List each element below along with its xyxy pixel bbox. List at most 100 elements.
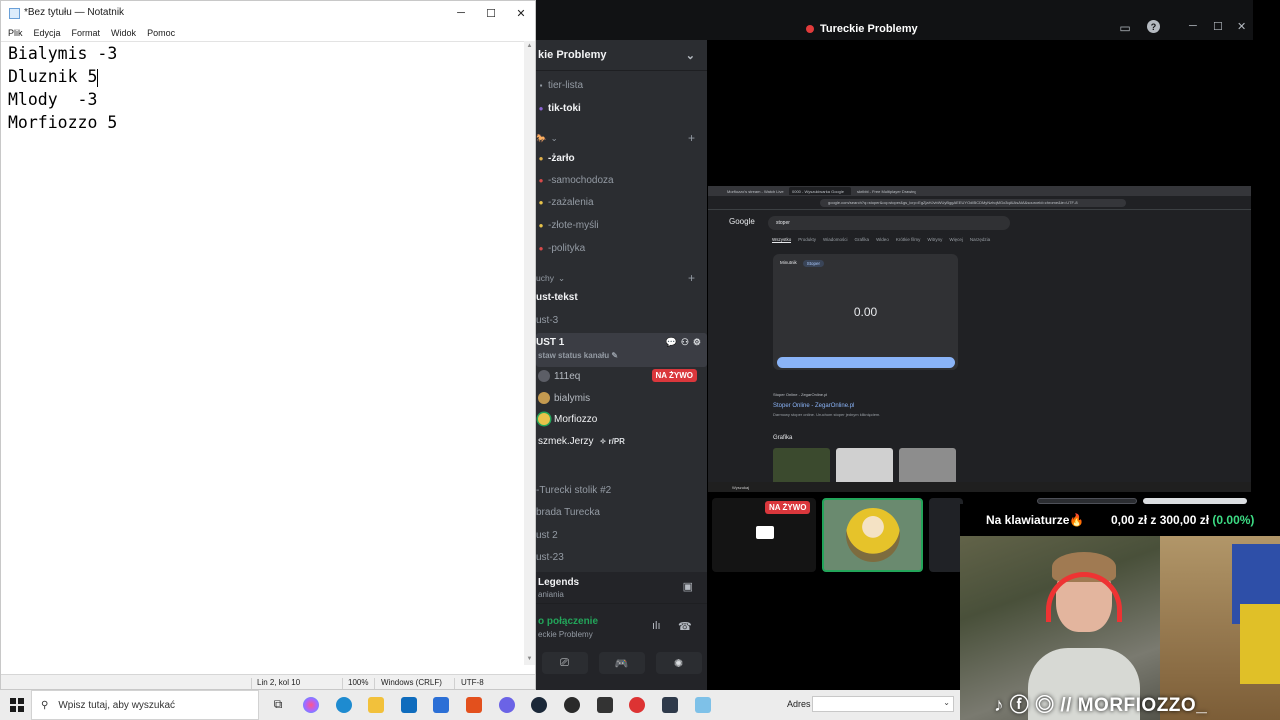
start-button[interactable]: [777, 357, 955, 368]
windows-start-icon[interactable]: [10, 698, 24, 712]
notepad-taskbar-icon[interactable]: [695, 697, 711, 713]
participant-tile-morfiozzo[interactable]: [822, 498, 923, 572]
channel-tik-toki[interactable]: ● tik-toki: [536, 98, 707, 118]
app-icon[interactable]: [629, 697, 645, 713]
result-link[interactable]: Stoper Online - ZegarOnline.pl: [773, 403, 953, 409]
maximize-button[interactable]: ☐: [478, 5, 504, 21]
filter-tab[interactable]: Więcej: [949, 237, 963, 243]
scroll-down-icon[interactable]: ▼: [524, 654, 535, 665]
app-icon[interactable]: [662, 697, 678, 713]
disconnect-icon[interactable]: ☎: [678, 620, 692, 633]
noise-suppression-icon[interactable]: ılı: [652, 620, 661, 632]
filter-tab[interactable]: Wiadomości: [823, 237, 848, 243]
chevron-down-icon[interactable]: ⌄: [686, 49, 695, 62]
discord-close-button[interactable]: ✕: [1237, 20, 1246, 33]
voice-user-morfiozzo[interactable]: Morfiozzo: [536, 409, 707, 429]
menu-help[interactable]: Pomoc: [147, 28, 175, 38]
stopwatch-widget: Minutnik Stoper 0.00: [773, 254, 958, 370]
voice-user-szmek-jerzy[interactable]: szmek.Jerzy ✧ r/PR: [536, 431, 707, 451]
voice-channel-ust-23[interactable]: ust-23: [536, 547, 707, 567]
invite-icon[interactable]: ⚇: [681, 337, 689, 348]
menu-bar: Plik Edycja Format Widok Pomoc: [1, 25, 535, 41]
share-screen-button[interactable]: ⎚: [541, 652, 588, 674]
search-input[interactable]: stoper: [768, 216, 1010, 230]
brave-icon[interactable]: [466, 697, 482, 713]
filter-tab[interactable]: Produkty: [798, 237, 816, 243]
obs-icon[interactable]: [564, 697, 580, 713]
file-explorer-icon[interactable]: [368, 697, 384, 713]
menu-edit[interactable]: Edycja: [34, 28, 61, 38]
server-header[interactable]: kie Problemy ⌄: [536, 40, 707, 71]
text-line[interactable]: Morfiozzo 5: [8, 112, 517, 135]
menu-format[interactable]: Format: [72, 28, 101, 38]
channel-ust-tekst[interactable]: ust-tekst: [536, 287, 707, 307]
help-icon[interactable]: ?: [1147, 20, 1160, 33]
stopwatch-tab[interactable]: Stoper: [802, 260, 825, 267]
chevron-down-icon[interactable]: ⌄: [943, 698, 950, 707]
category-header-uchy[interactable]: uchy ⌄ +: [536, 268, 707, 288]
discord-icon[interactable]: [499, 697, 515, 713]
encoding: UTF-8: [461, 678, 484, 687]
store-icon[interactable]: [433, 697, 449, 713]
add-channel-icon[interactable]: +: [688, 131, 695, 145]
chat-bubble-icon[interactable]: 💬: [666, 337, 677, 348]
monitor-icon[interactable]: ▣: [683, 580, 693, 593]
discord-maximize-button[interactable]: ☐: [1213, 20, 1223, 33]
app-icon[interactable]: [597, 697, 613, 713]
copilot-icon[interactable]: [303, 697, 319, 713]
channel-zazalenia[interactable]: ● -zażalenia: [536, 192, 707, 212]
gear-icon[interactable]: ⚙: [693, 337, 701, 348]
address-input[interactable]: ⌄: [812, 696, 954, 712]
outlook-icon[interactable]: [401, 697, 417, 713]
activity-button[interactable]: 🎮: [598, 652, 645, 674]
voice-channel-turecki-stolik[interactable]: -Turecki stolik #2: [536, 480, 707, 500]
vertical-scrollbar[interactable]: ▲ ▼: [524, 41, 535, 665]
participant-tile[interactable]: [929, 498, 963, 572]
shared-screen[interactable]: Morfiozzo's stream - Watch Live 0000 - W…: [708, 186, 1251, 492]
discord-minimize-button[interactable]: ─: [1189, 20, 1197, 32]
notepad-icon: [9, 8, 20, 19]
add-channel-icon[interactable]: +: [688, 271, 695, 285]
browser-tab[interactable]: Morfiozzo's stream - Watch Live: [724, 187, 786, 195]
taskbar-search[interactable]: ⚲ Wpisz tutaj, aby wyszukać: [31, 690, 259, 720]
filter-tab[interactable]: Krótkie filmy: [896, 237, 921, 243]
voice-channel-ust-1[interactable]: UST 1 💬 ⚇ ⚙ staw status kanału ✎: [536, 333, 707, 367]
channel-ust-3[interactable]: ust-3: [536, 310, 707, 330]
channel-zlote-mysli[interactable]: ● -złote-myśli: [536, 215, 707, 235]
menu-view[interactable]: Widok: [111, 28, 136, 38]
webcam-overlay: [960, 504, 1280, 720]
close-button[interactable]: ✕: [508, 5, 534, 21]
voice-user-111eq[interactable]: 111eq NA ŻYWO: [536, 366, 707, 386]
browser-tab-active[interactable]: 0000 - Wyszukiwarka Google: [789, 187, 851, 195]
text-editor[interactable]: Bialymis -3 Dluznik 5 Mlody -3 Morfiozzo…: [1, 41, 524, 665]
text-line[interactable]: Bialymis -3: [8, 43, 517, 66]
filter-tab[interactable]: Witryny: [927, 237, 942, 243]
edge-icon[interactable]: [336, 697, 352, 713]
soundboard-button[interactable]: ✺: [655, 652, 702, 674]
url-field[interactable]: google.com/search?q=stoper&oq=stoper&gs_…: [820, 199, 1126, 207]
browser-tab[interactable]: skribbl - Free Multiplayer Drawing: [854, 187, 916, 195]
voice-channel-ust-2[interactable]: ust 2: [536, 525, 707, 545]
text-line-current[interactable]: Dluznik 5: [8, 66, 517, 89]
voice-channel-brada-turecka[interactable]: brada Turecka: [536, 502, 707, 522]
channel-samochodoza[interactable]: ● -samochodoza: [536, 170, 707, 190]
stream-thumbnail[interactable]: NA ŻYWO: [712, 498, 816, 572]
filter-tab[interactable]: Wideo: [876, 237, 889, 243]
text-line[interactable]: Mlody -3: [8, 89, 517, 112]
steam-icon[interactable]: [531, 697, 547, 713]
voice-user-bialymis[interactable]: bialymis: [536, 388, 707, 408]
minimize-button[interactable]: ─: [448, 5, 474, 21]
menu-file[interactable]: Plik: [8, 28, 23, 38]
scroll-up-icon[interactable]: ▲: [524, 41, 535, 52]
filter-tab[interactable]: Narzędzia: [970, 237, 990, 243]
channel-tier-lista[interactable]: ▪ tier-lista: [536, 75, 707, 95]
filter-tab[interactable]: Wszystko: [772, 237, 792, 243]
filter-tab[interactable]: Grafika: [855, 237, 870, 243]
task-view-icon[interactable]: ⧉: [270, 697, 286, 713]
timer-tab[interactable]: Minutnik: [780, 260, 797, 267]
channel-polityka[interactable]: ● -polityka: [536, 238, 707, 258]
category-header[interactable]: 🐎 ⌄ +: [536, 128, 707, 148]
channel-zarlo[interactable]: ● -żarło: [536, 148, 707, 168]
channel-status[interactable]: staw status kanału ✎: [538, 351, 618, 360]
inbox-icon[interactable]: ▭: [1117, 20, 1133, 36]
